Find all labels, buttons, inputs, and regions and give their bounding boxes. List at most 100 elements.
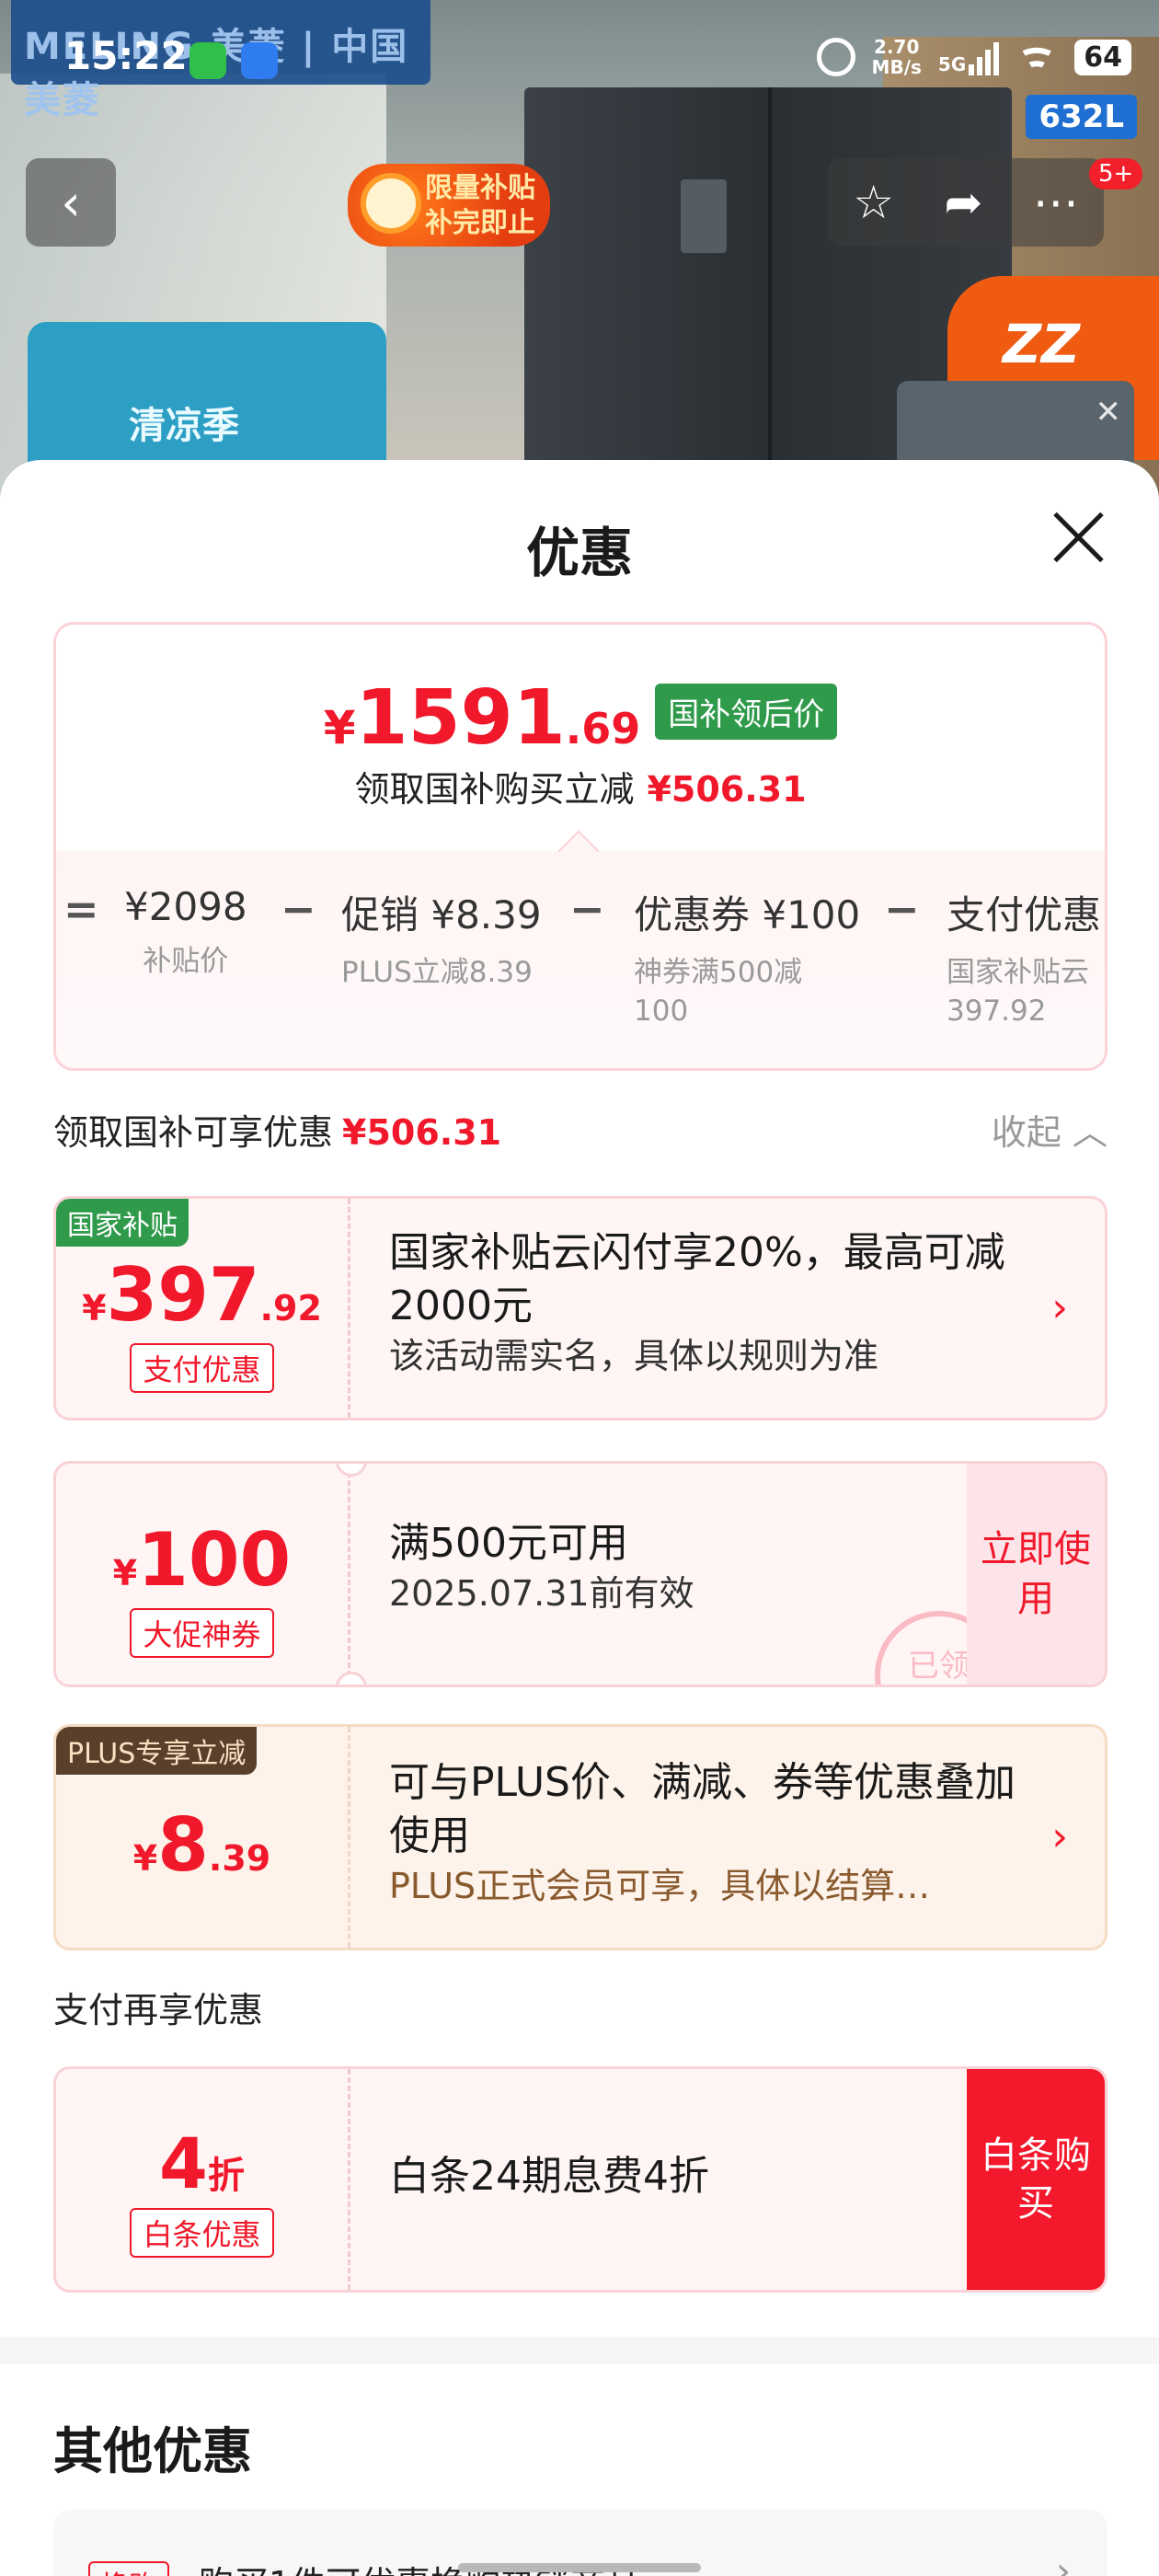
coupon-details: 国家补贴云闪付享20%，最高可减2000元 该活动需实名，具体以规则为准 [389, 1226, 1031, 1379]
network-speed-unit: MB/s [871, 56, 922, 78]
baitiao-buy-button[interactable]: 白条购买 [967, 2069, 1105, 2290]
network-speed: 2.70 MB/s [872, 37, 922, 77]
breakdown-operator: − [569, 884, 605, 934]
breakdown-item-payment: 支付优惠 国家补贴云397.92 [947, 884, 1103, 1030]
breakdown-value: ¥2098 [124, 884, 247, 929]
breakdown-value: 促销 ¥8.39 [341, 892, 542, 937]
subsidy-promo-tag: 限量补贴 补完即止 [348, 164, 550, 247]
chevron-right-icon: › [1051, 1813, 1068, 1860]
app-notification-icon [241, 42, 278, 79]
chevron-right-icon: › [1056, 2550, 1071, 2576]
coupon-description: 该活动需实名，具体以规则为准 [389, 1336, 879, 1376]
section-label: 领取国补可享优惠 [53, 1112, 334, 1153]
collapse-toggle[interactable]: 收起 ︿ [992, 1104, 1107, 1155]
price-summary-card: ¥1591.69 国补领后价 领取国补购买立减 ¥506.31 = ¥2098 补贴… [53, 622, 1107, 1071]
price-decimal: .69 [565, 704, 641, 753]
discount-unit: 折 [207, 2155, 245, 2197]
national-subsidy-card[interactable]: ¥397.92 支付优惠 国家补贴 国家补贴云闪付享20%，最高可减2000元 … [53, 1196, 1107, 1420]
coupon-amount-area: 4折 白条优惠 [56, 2069, 350, 2290]
breakdown-item-coupon: 优惠券 ¥100 神券满500减100 [634, 884, 860, 1030]
breakdown-label: 补贴价 [143, 945, 229, 978]
baitiao-card: 4折 白条优惠 白条24期息费4折 白条购买 [53, 2066, 1107, 2293]
chevron-up-icon: ︿ [1072, 1112, 1107, 1153]
breakdown-value: 优惠券 ¥100 [634, 892, 861, 937]
total-discount-label: 领取国补购买立减 [354, 769, 635, 810]
battery-indicator: 64 [1074, 39, 1131, 75]
sheet-title: 优惠 [525, 522, 633, 584]
breakdown-label: PLUS立减8.39 [341, 956, 533, 989]
side-promo-text: ZZ [1003, 313, 1081, 375]
coupon-amount: ¥100 [56, 1517, 348, 1603]
wifi-icon [1016, 39, 1058, 75]
amount-integer: 100 [137, 1517, 292, 1603]
use-now-button[interactable]: 立即使用 [967, 1464, 1105, 1685]
star-icon[interactable]: ☆ [853, 176, 894, 229]
more-icon[interactable]: ⋯ [1033, 176, 1079, 229]
back-button[interactable]: ‹ [26, 158, 116, 247]
coupon-title: 满500元可用 [389, 1520, 628, 1567]
coupon-details: 可与PLUS价、满减、券等优惠叠加使用 PLUS正式会员可享，具体以结算… [389, 1756, 1031, 1909]
other-discounts-title: 其他优惠 [53, 2422, 252, 2480]
mega-coupon-card: ¥100 大促神券 满500元可用 2025.07.31前有效 已领 立即使用 [53, 1461, 1107, 1687]
top-actions: ☆ ➦ ⋯ [828, 158, 1104, 247]
chevron-right-icon: › [1051, 1284, 1068, 1331]
breakdown-item-subsidy-price: ¥2098 补贴价 [124, 884, 247, 981]
message-badge: 5+ [1089, 158, 1143, 190]
total-discount-amount: ¥506.31 [647, 769, 807, 810]
offer-tag: 换购 [88, 2561, 169, 2576]
amount-decimal: .39 [208, 1838, 271, 1879]
subsidy-discount-heading: 领取国补可享优惠 ¥506.31 收起 ︿ [53, 1104, 1107, 1155]
amount-integer: 397 [106, 1252, 260, 1338]
capacity-badge: 632L [1026, 95, 1137, 139]
price-integer: 1591 [355, 674, 566, 762]
coupon-amount: ¥8.39 [56, 1802, 348, 1888]
status-time: 15:22 [64, 33, 188, 78]
coupon-title: 白条24期息费4折 [389, 2153, 709, 2200]
wechat-icon [189, 42, 226, 79]
amount-currency: ¥ [132, 1838, 158, 1879]
alarm-icon [816, 38, 855, 76]
clock-icon [361, 173, 421, 234]
share-icon[interactable]: ➦ [944, 176, 982, 229]
plus-discount-card[interactable]: ¥8.39 PLUS专享立减 可与PLUS价、满减、券等优惠叠加使用 PLUS正… [53, 1724, 1107, 1950]
amount-currency: ¥ [112, 1553, 138, 1593]
close-icon[interactable] [1049, 508, 1107, 567]
coupon-amount-area: ¥100 大促神券 [56, 1464, 350, 1685]
breakdown-item-promotion: 促销 ¥8.39 PLUS立减8.39 [341, 884, 542, 992]
signal-icon: 5G [938, 39, 1000, 75]
breakdown-value: 支付优惠 [947, 892, 1102, 937]
payment-discount-heading: 支付再享优惠 [53, 1990, 264, 2030]
discount-sheet: 优惠 ¥1591.69 国补领后价 领取国补购买立减 ¥506.31 = ¥2098… [0, 460, 1159, 2576]
coupon-type-pill: 白条优惠 [130, 2208, 274, 2258]
amount-integer: 8 [157, 1802, 209, 1888]
coupon-amount: ¥397.92 [56, 1252, 348, 1338]
coupon-type-pill: 支付优惠 [130, 1343, 274, 1393]
breakdown-label: 国家补贴云397.92 [947, 956, 1089, 1028]
status-bar: 15:22 2.70 MB/s 5G 64 [0, 0, 1159, 85]
promo-text: 清凉季 [129, 405, 239, 447]
breakdown-operator: − [281, 884, 316, 934]
section-divider [0, 2337, 1159, 2364]
home-indicator[interactable] [458, 2563, 701, 2572]
coupon-description: PLUS正式会员可享，具体以结算… [389, 1866, 931, 1906]
status-right-group: 2.70 MB/s 5G 64 [816, 37, 1131, 77]
network-speed-value: 2.70 [874, 36, 920, 58]
discount-rate: 4 [159, 2122, 208, 2204]
breakdown-operator: − [884, 884, 920, 934]
plus-corner-badge: PLUS专享立减 [56, 1727, 258, 1775]
coupon-type-pill: 大促神券 [130, 1608, 274, 1658]
coupon-details: 白条24期息费4折 [389, 2150, 1031, 2203]
amount-currency: ¥ [82, 1288, 107, 1328]
breakdown-operator: = [63, 884, 99, 934]
final-price: ¥1591.69 国补领后价 [56, 674, 1105, 762]
section-amount: ¥506.31 [342, 1112, 502, 1153]
fridge-control-panel [681, 179, 727, 253]
coupon-title: 可与PLUS价、满减、券等优惠叠加使用 [389, 1759, 1016, 1859]
price-breakdown: = ¥2098 补贴价 − 促销 ¥8.39 PLUS立减8.39 − 优惠券 … [56, 851, 1105, 1068]
price-tag: 国补领后价 [655, 684, 838, 740]
total-discount-line: 领取国补购买立减 ¥506.31 [56, 761, 1105, 811]
chevron-left-icon: ‹ [61, 173, 81, 232]
corner-badge: 国家补贴 [56, 1199, 189, 1247]
coupon-title: 国家补贴云闪付享20%，最高可减2000元 [389, 1229, 1005, 1329]
close-icon[interactable]: ✕ [1096, 394, 1122, 431]
